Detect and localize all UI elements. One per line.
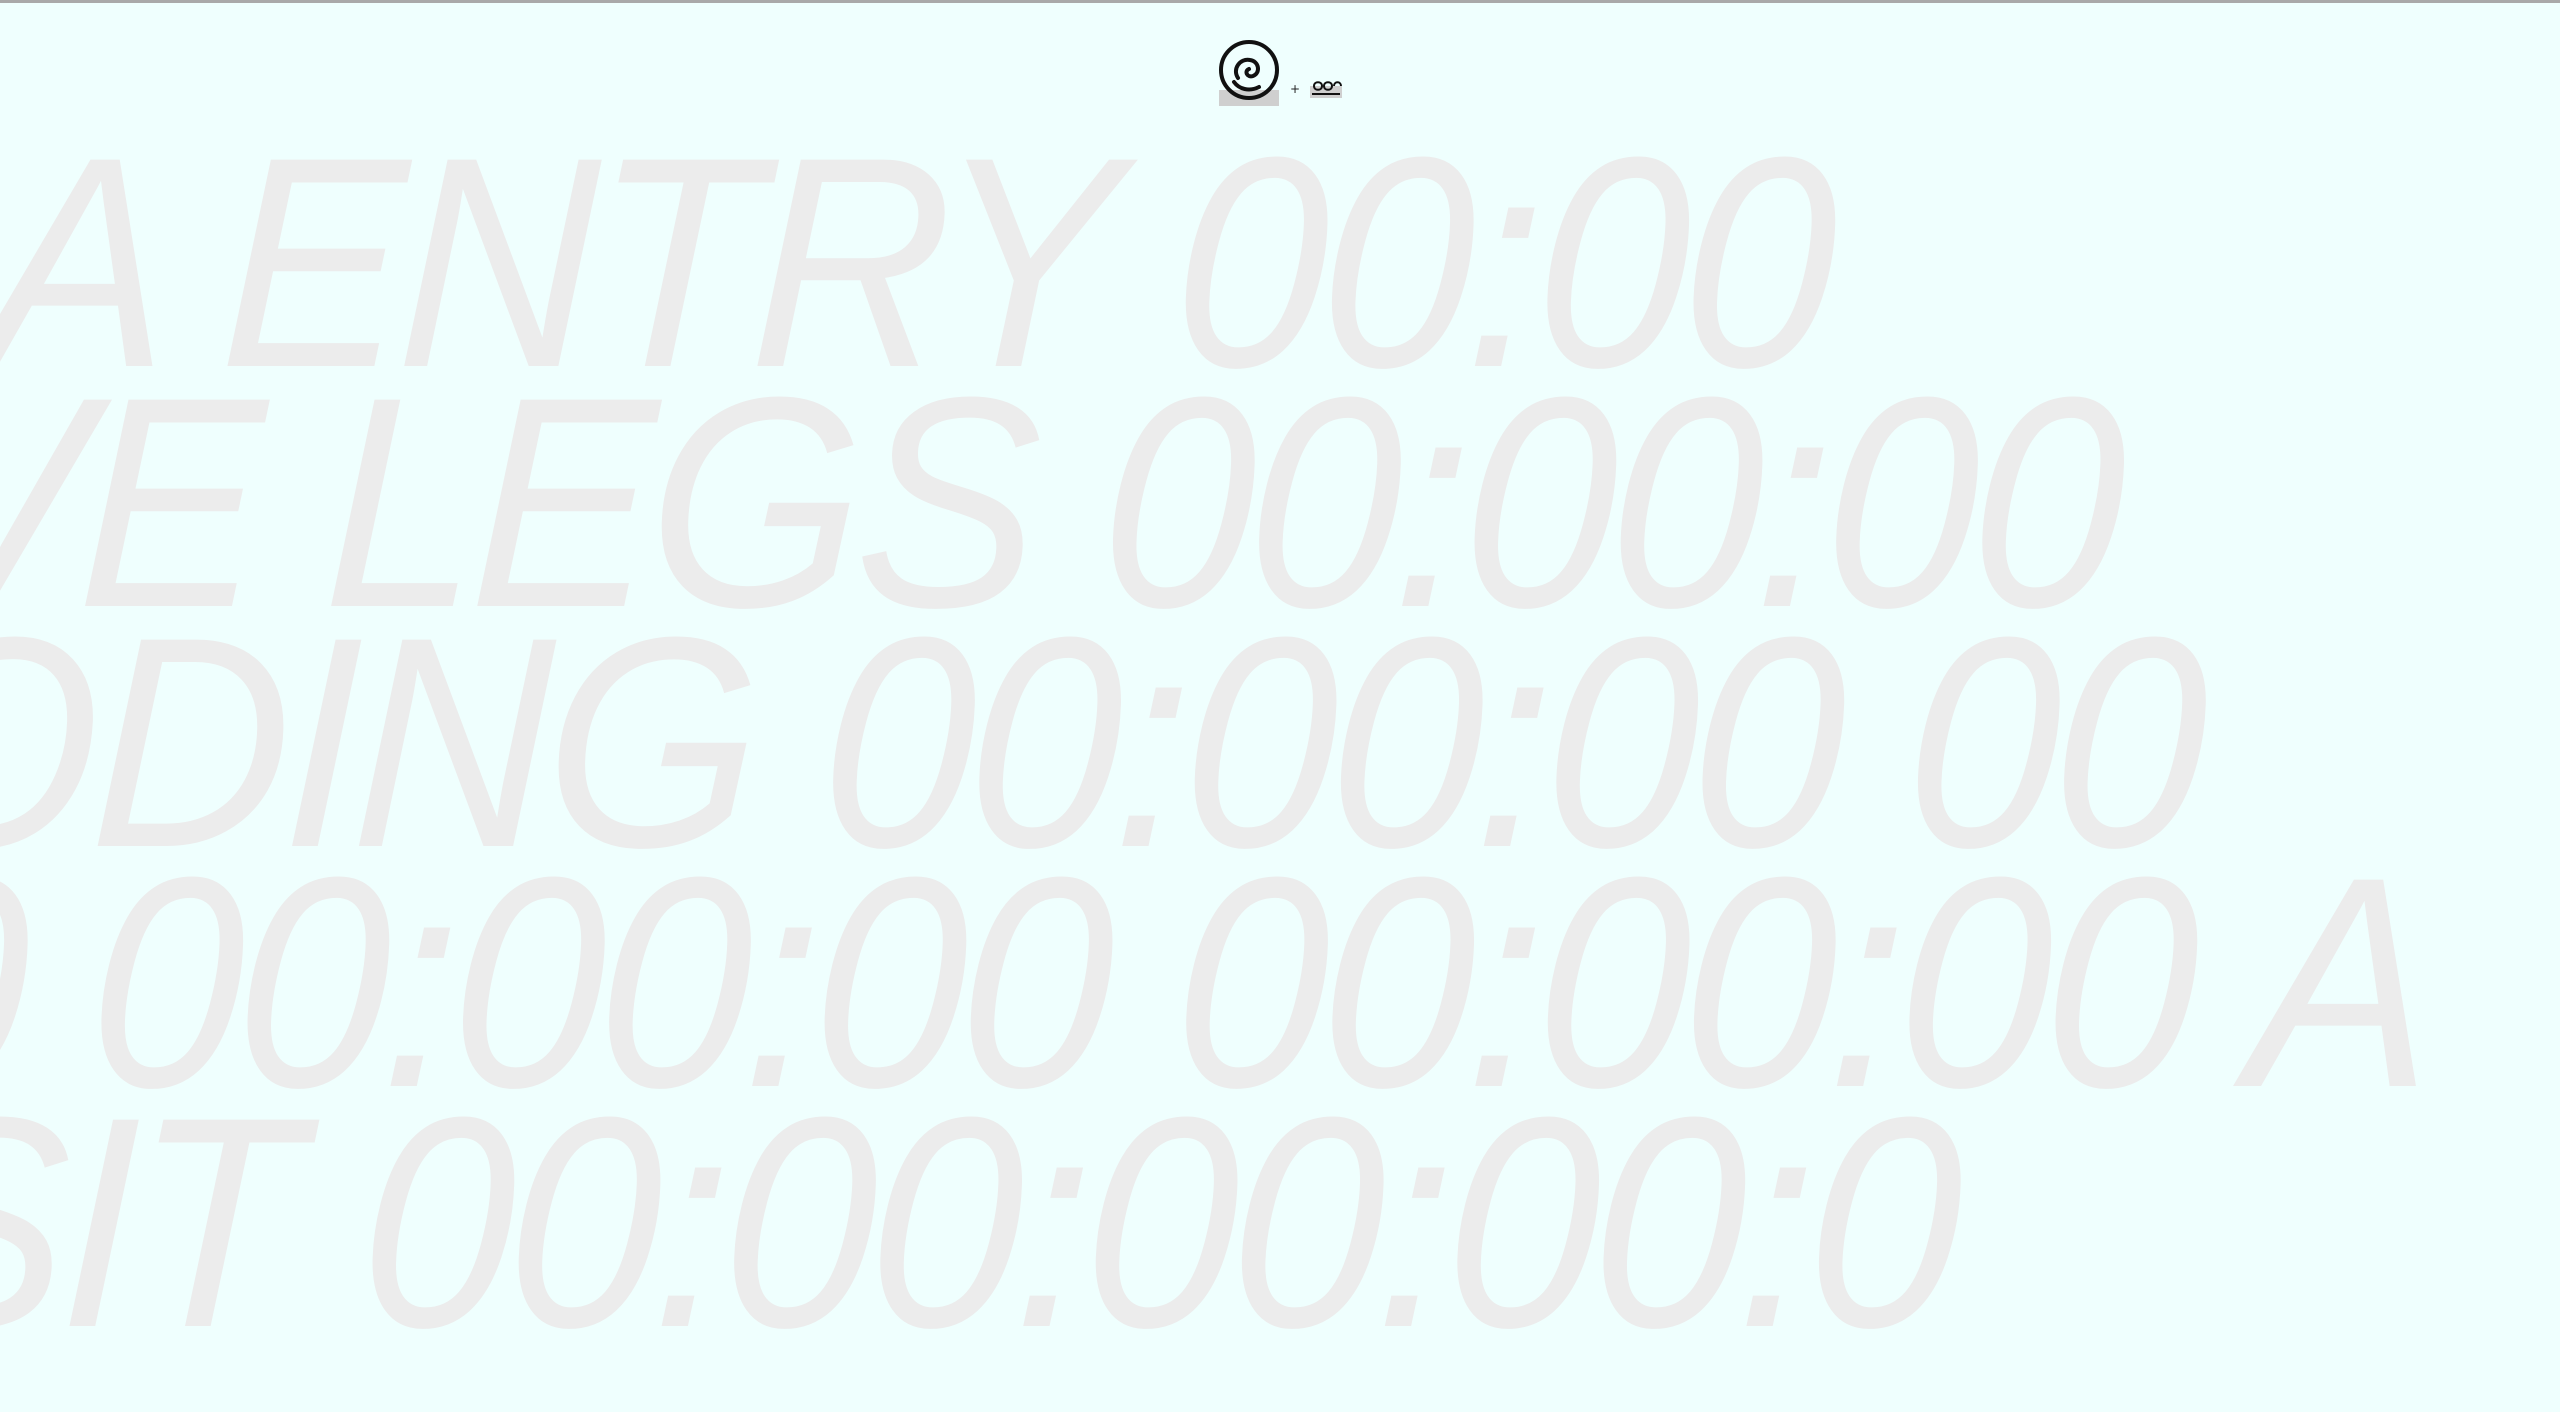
marquee-banner: IA ENTRY 00:00 VE LEGS 00:00:00 ODING 00… <box>0 0 2560 1412</box>
circle-logo-icon[interactable] <box>1218 40 1280 106</box>
logo-plus-sign: + <box>1290 82 1301 96</box>
marquee-row: SIT 00:00:00:00:0 <box>0 1108 2560 1348</box>
marquee-row-text: ODING 00:00:00 00 <box>0 628 2205 868</box>
top-border <box>0 0 2560 3</box>
marquee-row: VE LEGS 00:00:00 <box>0 388 2560 628</box>
marquee-row-text: 0 00:00:00 00:00:00 A <box>0 868 2433 1108</box>
secondary-logo-icon[interactable] <box>1310 76 1342 98</box>
brand-logo-group[interactable]: + <box>1218 40 1343 110</box>
marquee-row: ODING 00:00:00 00 <box>0 628 2560 868</box>
marquee-row-text: VE LEGS 00:00:00 <box>0 388 2124 628</box>
marquee-row: 0 00:00:00 00:00:00 A <box>0 868 2560 1108</box>
marquee-row-text: SIT 00:00:00:00:0 <box>0 1108 1960 1348</box>
marquee-row: IA ENTRY 00:00 <box>0 148 2560 388</box>
marquee-row-text: IA ENTRY 00:00 <box>0 148 1835 388</box>
